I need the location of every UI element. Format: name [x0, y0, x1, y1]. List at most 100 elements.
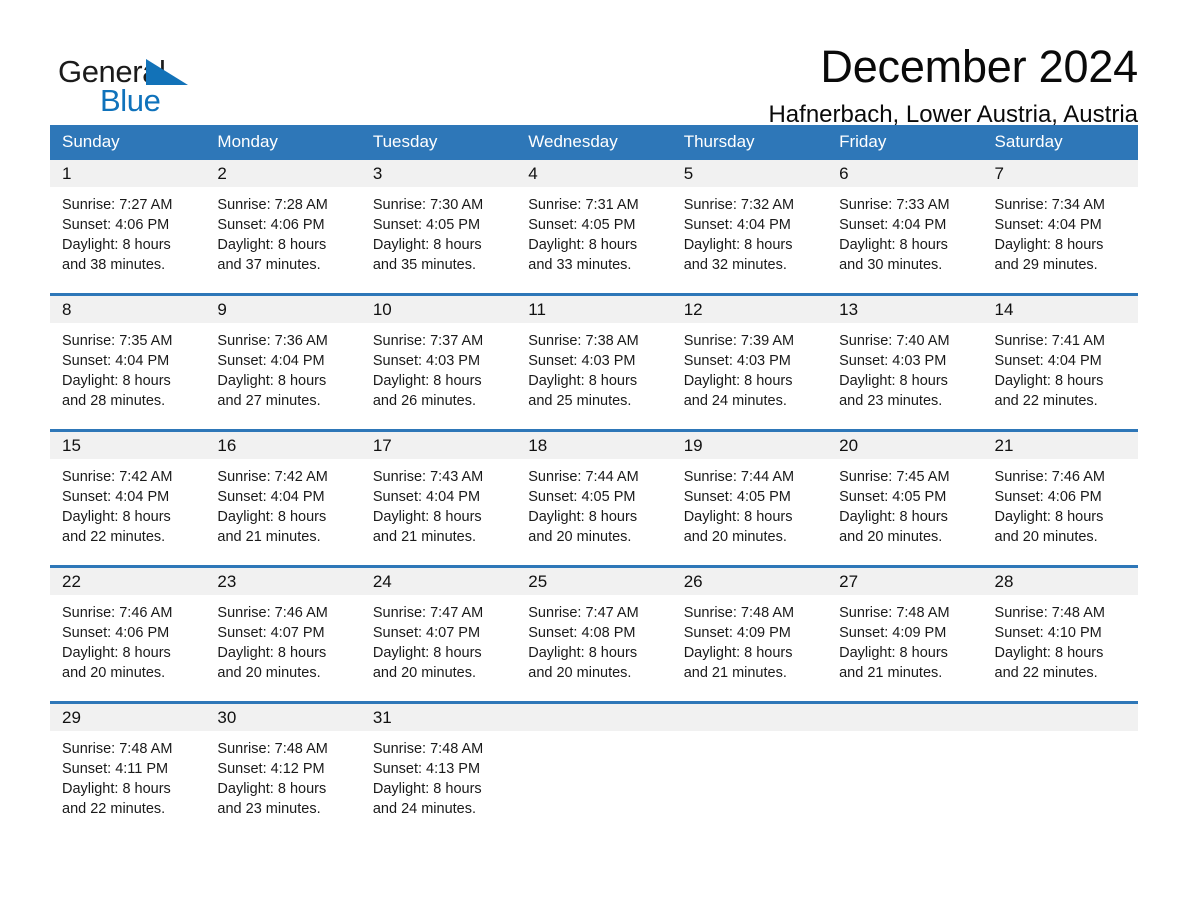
day-cell-empty	[827, 731, 982, 837]
day-number[interactable]: 25	[516, 573, 671, 590]
day-number[interactable]: 12	[672, 301, 827, 318]
day-cell[interactable]: Sunrise: 7:36 AM Sunset: 4:04 PM Dayligh…	[205, 323, 360, 429]
daylight-text-line2: and 38 minutes.	[62, 257, 166, 273]
day-cell[interactable]: Sunrise: 7:42 AM Sunset: 4:04 PM Dayligh…	[205, 459, 360, 565]
daylight-text-line1: Daylight: 8 hours	[372, 781, 482, 797]
day-number[interactable]: 21	[983, 437, 1138, 454]
day-cell[interactable]: Sunrise: 7:33 AM Sunset: 4:04 PM Dayligh…	[827, 187, 982, 293]
sunset-text: Sunset: 4:04 PM	[372, 489, 481, 505]
day-number[interactable]: 4	[516, 165, 671, 182]
day-number[interactable]: 2	[205, 165, 360, 182]
sunrise-text: Sunrise: 7:48 AM	[62, 741, 173, 757]
day-cell[interactable]: Sunrise: 7:39 AM Sunset: 4:03 PM Dayligh…	[672, 323, 827, 429]
day-cell[interactable]: Sunrise: 7:48 AM Sunset: 4:10 PM Dayligh…	[983, 595, 1138, 701]
day-number[interactable]: 6	[827, 165, 982, 182]
daylight-text-line1: Daylight: 8 hours	[372, 509, 482, 525]
day-cell[interactable]: Sunrise: 7:48 AM Sunset: 4:13 PM Dayligh…	[361, 731, 516, 837]
day-number[interactable]: 14	[983, 301, 1138, 318]
day-number[interactable]: 13	[827, 301, 982, 318]
day-number[interactable]: 19	[672, 437, 827, 454]
sunset-text: Sunset: 4:06 PM	[62, 625, 170, 641]
week-day-details: Sunrise: 7:46 AM Sunset: 4:06 PM Dayligh…	[50, 595, 1138, 701]
sunrise-text: Sunrise: 7:45 AM	[839, 469, 950, 485]
day-number[interactable]: 24	[361, 573, 516, 590]
day-cell[interactable]: Sunrise: 7:48 AM Sunset: 4:09 PM Dayligh…	[672, 595, 827, 701]
sunrise-text: Sunrise: 7:48 AM	[683, 605, 795, 621]
day-cell[interactable]: Sunrise: 7:47 AM Sunset: 4:08 PM Dayligh…	[516, 595, 671, 701]
daylight-text-line1: Daylight: 8 hours	[683, 645, 793, 661]
day-cell[interactable]: Sunrise: 7:35 AM Sunset: 4:04 PM Dayligh…	[50, 323, 205, 429]
day-number[interactable]: 30	[205, 709, 360, 726]
day-cell[interactable]: Sunrise: 7:47 AM Sunset: 4:07 PM Dayligh…	[361, 595, 516, 701]
sunset-text: Sunset: 4:03 PM	[372, 353, 481, 369]
day-cell[interactable]: Sunrise: 7:46 AM Sunset: 4:06 PM Dayligh…	[50, 595, 205, 701]
day-cell[interactable]: Sunrise: 7:34 AM Sunset: 4:04 PM Dayligh…	[983, 187, 1138, 293]
day-number[interactable]: 7	[983, 165, 1138, 182]
day-number[interactable]: 5	[672, 165, 827, 182]
daylight-text-line2: and 35 minutes.	[372, 257, 477, 273]
day-cell[interactable]: Sunrise: 7:46 AM Sunset: 4:07 PM Dayligh…	[205, 595, 360, 701]
day-cell[interactable]: Sunrise: 7:45 AM Sunset: 4:05 PM Dayligh…	[827, 459, 982, 565]
sunrise-text: Sunrise: 7:34 AM	[994, 197, 1105, 213]
dow-friday: Friday	[839, 131, 887, 151]
day-number[interactable]: 28	[983, 573, 1138, 590]
daylight-text-line1: Daylight: 8 hours	[839, 645, 948, 661]
day-cell[interactable]: Sunrise: 7:37 AM Sunset: 4:03 PM Dayligh…	[361, 323, 516, 429]
daylight-text-line1: Daylight: 8 hours	[217, 781, 327, 797]
day-number[interactable]: 3	[361, 165, 516, 182]
day-number[interactable]: 10	[361, 301, 516, 318]
sunrise-text: Sunrise: 7:32 AM	[683, 197, 795, 213]
dow-tuesday: Tuesday	[372, 131, 438, 151]
day-cell[interactable]: Sunrise: 7:27 AM Sunset: 4:06 PM Dayligh…	[50, 187, 205, 293]
day-cell[interactable]: Sunrise: 7:32 AM Sunset: 4:04 PM Dayligh…	[672, 187, 827, 293]
sunset-text: Sunset: 4:04 PM	[217, 489, 325, 505]
day-number[interactable]: 23	[205, 573, 360, 590]
day-number[interactable]: 9	[205, 301, 360, 318]
sunset-text: Sunset: 4:05 PM	[372, 217, 481, 233]
day-cell[interactable]: Sunrise: 7:40 AM Sunset: 4:03 PM Dayligh…	[827, 323, 982, 429]
daylight-text-line2: and 21 minutes.	[372, 529, 477, 545]
day-number[interactable]: 27	[827, 573, 982, 590]
day-cell[interactable]: Sunrise: 7:44 AM Sunset: 4:05 PM Dayligh…	[672, 459, 827, 565]
daylight-text-line2: and 20 minutes.	[839, 529, 943, 545]
day-number[interactable]: 8	[50, 301, 205, 318]
daylight-text-line1: Daylight: 8 hours	[528, 645, 638, 661]
sunrise-text: Sunrise: 7:37 AM	[372, 333, 484, 349]
sunrise-text: Sunrise: 7:27 AM	[62, 197, 173, 213]
day-cell[interactable]: Sunrise: 7:46 AM Sunset: 4:06 PM Dayligh…	[983, 459, 1138, 565]
daylight-text-line1: Daylight: 8 hours	[372, 373, 482, 389]
day-number[interactable]: 22	[50, 573, 205, 590]
day-cell[interactable]: Sunrise: 7:30 AM Sunset: 4:05 PM Dayligh…	[361, 187, 516, 293]
sunset-text: Sunset: 4:09 PM	[839, 625, 947, 641]
logo-general-blue[interactable]: General Blue	[50, 44, 200, 116]
day-number[interactable]: 31	[361, 709, 516, 726]
day-number[interactable]: 11	[516, 301, 671, 318]
day-number[interactable]: 18	[516, 437, 671, 454]
day-number[interactable]: 15	[50, 437, 205, 454]
sunrise-text: Sunrise: 7:28 AM	[217, 197, 328, 213]
day-number[interactable]: 29	[50, 709, 205, 726]
page-header: General Blue December 2024 Hafnerbach, L…	[50, 0, 1138, 128]
daylight-text-line2: and 24 minutes.	[683, 393, 787, 409]
day-number[interactable]: 16	[205, 437, 360, 454]
sunrise-text: Sunrise: 7:38 AM	[528, 333, 639, 349]
day-cell[interactable]: Sunrise: 7:31 AM Sunset: 4:05 PM Dayligh…	[516, 187, 671, 293]
location-subtitle: Hafnerbach, Lower Austria, Austria	[768, 100, 1138, 128]
day-number[interactable]: 17	[361, 437, 516, 454]
day-number[interactable]: 26	[672, 573, 827, 590]
sunrise-text: Sunrise: 7:36 AM	[217, 333, 328, 349]
daylight-text-line1: Daylight: 8 hours	[217, 373, 327, 389]
day-cell[interactable]: Sunrise: 7:42 AM Sunset: 4:04 PM Dayligh…	[50, 459, 205, 565]
day-cell[interactable]: Sunrise: 7:38 AM Sunset: 4:03 PM Dayligh…	[516, 323, 671, 429]
day-number[interactable]: 20	[827, 437, 982, 454]
day-cell[interactable]: Sunrise: 7:41 AM Sunset: 4:04 PM Dayligh…	[983, 323, 1138, 429]
day-cell[interactable]: Sunrise: 7:44 AM Sunset: 4:05 PM Dayligh…	[516, 459, 671, 565]
day-cell[interactable]: Sunrise: 7:48 AM Sunset: 4:11 PM Dayligh…	[50, 731, 205, 837]
sunrise-text: Sunrise: 7:41 AM	[994, 333, 1105, 349]
day-cell[interactable]: Sunrise: 7:43 AM Sunset: 4:04 PM Dayligh…	[361, 459, 516, 565]
day-cell[interactable]: Sunrise: 7:28 AM Sunset: 4:06 PM Dayligh…	[205, 187, 360, 293]
day-number[interactable]: 1	[50, 165, 205, 182]
day-cell[interactable]: Sunrise: 7:48 AM Sunset: 4:12 PM Dayligh…	[205, 731, 360, 837]
day-cell[interactable]: Sunrise: 7:48 AM Sunset: 4:09 PM Dayligh…	[827, 595, 982, 701]
daylight-text-line2: and 21 minutes.	[683, 665, 787, 681]
